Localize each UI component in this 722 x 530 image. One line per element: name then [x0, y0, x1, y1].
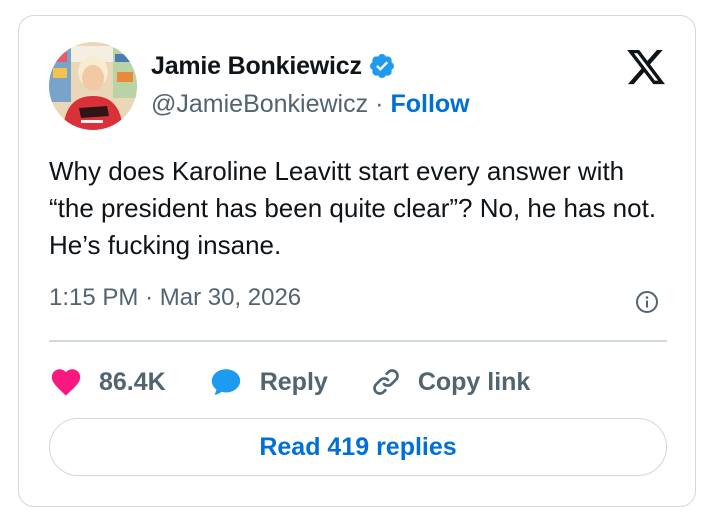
link-icon: [372, 369, 399, 395]
author-handle-row: @JamieBonkiewicz · Follow: [151, 90, 470, 119]
avatar[interactable]: [49, 42, 137, 130]
separator-dot: ·: [375, 90, 384, 118]
x-logo-icon[interactable]: [625, 46, 667, 88]
post-text: Why does Karoline Leavitt start every an…: [49, 156, 657, 260]
divider: [49, 340, 667, 342]
reply-label: Reply: [259, 367, 328, 396]
author-handle[interactable]: @JamieBonkiewicz: [151, 90, 368, 119]
info-icon[interactable]: [635, 290, 659, 314]
author-name-row: Jamie Bonkiewicz: [151, 50, 396, 82]
post-time: 1:15 PM: [49, 284, 139, 311]
speech-bubble-icon: [211, 369, 240, 395]
avatar-photo: [49, 42, 137, 130]
copy-link-button[interactable]: Copy link: [370, 366, 531, 398]
author-name[interactable]: Jamie Bonkiewicz: [151, 52, 362, 81]
like-count: 86.4K: [99, 367, 166, 396]
like-button[interactable]: 86.4K: [49, 365, 166, 399]
post-timestamp[interactable]: 1:15 PM · Mar 30, 2026: [49, 284, 301, 312]
reply-button[interactable]: Reply: [208, 365, 328, 399]
verified-badge-icon: [368, 52, 396, 80]
action-bar: 86.4K Reply Copy link: [49, 362, 572, 402]
copy-link-label: Copy link: [417, 367, 531, 396]
read-replies-label: Read 419 replies: [259, 432, 457, 461]
post-date: Mar 30, 2026: [159, 284, 302, 311]
embedded-post-card: Jamie Bonkiewicz @JamieBonkiewicz · Foll…: [18, 15, 696, 507]
read-replies-button[interactable]: Read 419 replies: [49, 418, 667, 476]
heart-icon: [51, 369, 81, 396]
separator-dot: ·: [145, 284, 154, 311]
follow-button[interactable]: Follow: [390, 90, 469, 119]
